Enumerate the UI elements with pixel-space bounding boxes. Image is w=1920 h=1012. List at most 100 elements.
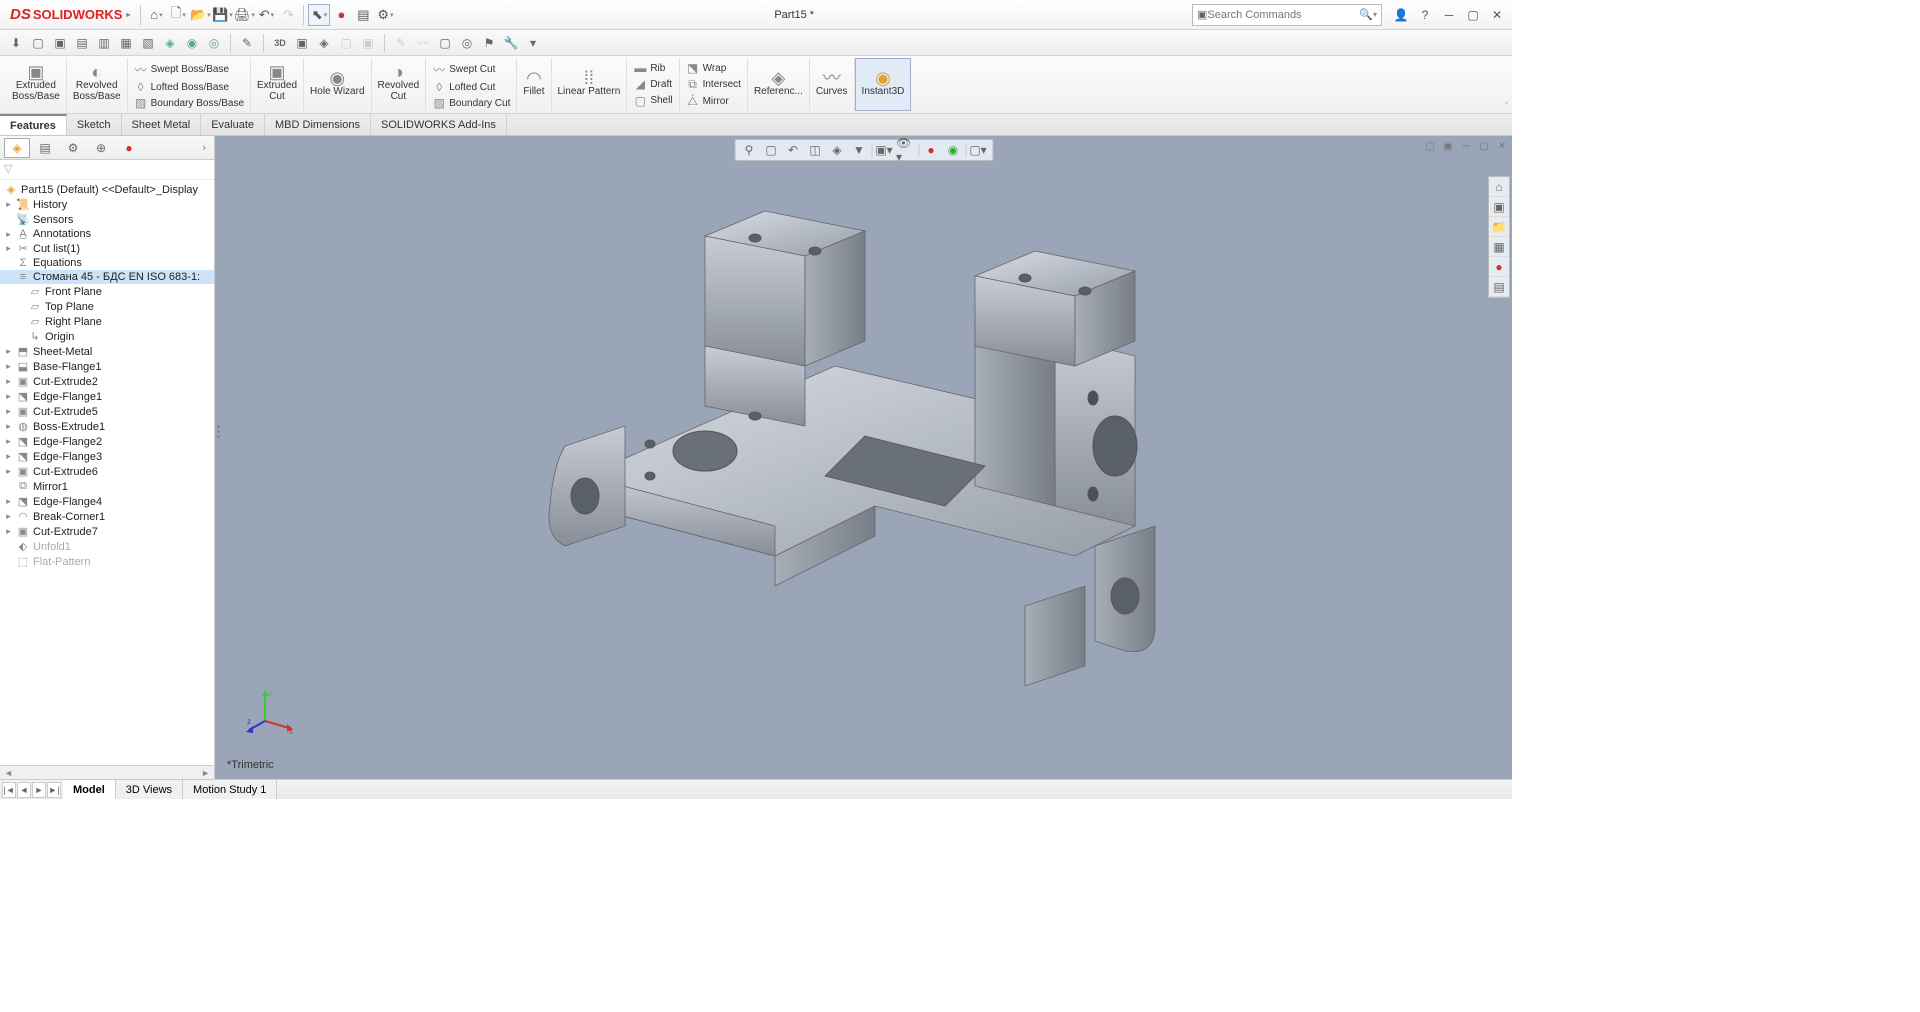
next-tab-icon[interactable]: ►: [32, 782, 46, 798]
curve-icon[interactable]: 〰: [413, 33, 433, 53]
property-tab[interactable]: ▤: [32, 138, 58, 158]
wireframe-icon[interactable]: ◈: [314, 33, 334, 53]
tree-item[interactable]: ▸⬓Base-Flange1: [0, 359, 214, 374]
3d-model[interactable]: [495, 166, 1235, 726]
tree-filter[interactable]: ▽: [0, 160, 214, 180]
mirror-button[interactable]: ⧊Mirror: [684, 93, 743, 110]
view6-icon[interactable]: ▧: [138, 33, 158, 53]
tool-icon[interactable]: 🔧: [501, 33, 521, 53]
expand-icon[interactable]: ▸: [4, 243, 13, 254]
extruded-cut-button[interactable]: ▣ Extruded Cut: [251, 58, 304, 111]
intersect-button[interactable]: ⧉Intersect: [684, 76, 743, 93]
tree-item[interactable]: ▸⬔Edge-Flange2: [0, 434, 214, 449]
tree-item[interactable]: ⬚Flat-Pattern: [0, 554, 214, 569]
expand-icon[interactable]: ▸: [4, 511, 13, 522]
scroll-right-icon[interactable]: ►: [201, 768, 210, 778]
tree-item[interactable]: ▸▣Cut-Extrude2: [0, 374, 214, 389]
tree-item[interactable]: ▱Front Plane: [0, 284, 214, 299]
home-button[interactable]: ⌂: [145, 4, 167, 26]
document-button[interactable]: ▤: [352, 4, 374, 26]
view5-icon[interactable]: ▦: [116, 33, 136, 53]
maximize-button[interactable]: ▢: [1462, 4, 1484, 26]
tab-evaluate[interactable]: Evaluate: [201, 114, 265, 135]
expand-icon[interactable]: ▸: [4, 361, 13, 372]
tree-item[interactable]: ▸A̲Annotations: [0, 227, 214, 241]
select-button[interactable]: ⬉: [308, 4, 330, 26]
expand-icon[interactable]: ▸: [4, 436, 13, 447]
expand-icon[interactable]: ▸: [4, 229, 13, 240]
save-button[interactable]: 💾: [211, 4, 233, 26]
tree-item[interactable]: ▸▣Cut-Extrude5: [0, 404, 214, 419]
prev-tab-icon[interactable]: ◄: [17, 782, 31, 798]
tree-item[interactable]: ▸⬔Edge-Flange3: [0, 449, 214, 464]
feature-tree-tab[interactable]: ◈: [4, 138, 30, 158]
shell-button[interactable]: ▢Shell: [631, 93, 674, 109]
orient-icon[interactable]: ▼: [849, 141, 869, 159]
tab-sheet-metal[interactable]: Sheet Metal: [122, 114, 202, 135]
view-setting-icon[interactable]: ▢▾: [968, 141, 988, 159]
rebuild-button[interactable]: ●: [330, 4, 352, 26]
search-box[interactable]: ▣ 🔍 ▾: [1192, 4, 1382, 26]
tree-item[interactable]: ⬖Unfold1: [0, 539, 214, 554]
bottom-tab-motion-study-1[interactable]: Motion Study 1: [183, 780, 277, 799]
more-icon[interactable]: ▾: [523, 33, 543, 53]
view-palette-icon[interactable]: ▦: [1489, 237, 1509, 257]
expand-icon[interactable]: ▸: [4, 451, 13, 462]
tree-item[interactable]: ▱Top Plane: [0, 299, 214, 314]
tree-item[interactable]: ≡Стомана 45 - БДС EN ISO 683-1:: [0, 270, 214, 284]
last-tab-icon[interactable]: ►|: [47, 782, 61, 798]
draft-icon[interactable]: ✎: [391, 33, 411, 53]
dim-tab[interactable]: ⊕: [88, 138, 114, 158]
tree-item[interactable]: ΣEquations: [0, 256, 214, 270]
expand-icon[interactable]: ▸: [4, 466, 13, 477]
doc-view1-icon[interactable]: ▢: [1422, 138, 1438, 154]
scroll-left-icon[interactable]: ◄: [4, 768, 13, 778]
box-icon[interactable]: ▣: [292, 33, 312, 53]
prev-view-icon[interactable]: ↶: [783, 141, 803, 159]
expand-icon[interactable]: ▸: [4, 376, 13, 387]
edit-appearance-icon[interactable]: ●: [921, 141, 941, 159]
tree-item[interactable]: ▸◍Boss-Extrude1: [0, 419, 214, 434]
swept-boss-button[interactable]: 〰Swept Boss/Base: [132, 60, 246, 79]
search-icon[interactable]: 🔍: [1359, 8, 1373, 21]
tree-item[interactable]: ⧉Mirror1: [0, 479, 214, 494]
bottom-tab-model[interactable]: Model: [63, 780, 116, 799]
tree-item[interactable]: ▸⬔Edge-Flange1: [0, 389, 214, 404]
custom-props-icon[interactable]: ▤: [1489, 277, 1509, 297]
expand-icon[interactable]: ▸: [4, 346, 13, 357]
tree-item[interactable]: ↳Origin: [0, 329, 214, 344]
tree-item[interactable]: ▸▣Cut-Extrude7: [0, 524, 214, 539]
chevron-right-icon[interactable]: ▸: [126, 10, 130, 19]
curves-button[interactable]: 〰 Curves: [810, 58, 855, 111]
user-button[interactable]: 👤: [1390, 4, 1412, 26]
lofted-cut-button[interactable]: ◊Lofted Cut: [430, 79, 512, 95]
search-input[interactable]: [1207, 9, 1359, 21]
boundary-cut-button[interactable]: ▨Boundary Cut: [430, 95, 512, 111]
tab-features[interactable]: Features: [0, 114, 67, 135]
expand-icon[interactable]: ▸: [4, 421, 13, 432]
tree-item[interactable]: ▸📜History: [0, 197, 214, 212]
view8-icon[interactable]: ◉: [182, 33, 202, 53]
expand-icon[interactable]: ▸: [4, 496, 13, 507]
options-button[interactable]: ⚙: [374, 4, 396, 26]
fillet-button[interactable]: ◠ Fillet: [517, 58, 551, 111]
doc-maximize-icon[interactable]: ▢: [1476, 138, 1492, 154]
chevron-down-icon[interactable]: ▾: [1373, 10, 1377, 19]
tab-mbd-dimensions[interactable]: MBD Dimensions: [265, 114, 371, 135]
box2-icon[interactable]: ▢: [435, 33, 455, 53]
tree-item[interactable]: ▱Right Plane: [0, 314, 214, 329]
expand-icon[interactable]: ▸: [4, 406, 13, 417]
revolved-boss-button[interactable]: ◐ Revolved Boss/Base: [67, 58, 128, 111]
section-icon[interactable]: ▣: [358, 33, 378, 53]
ribbon-expand-icon[interactable]: ˇ: [1505, 101, 1508, 111]
display-style-icon[interactable]: ▣▾: [874, 141, 894, 159]
view2-icon[interactable]: ▣: [50, 33, 70, 53]
redo-button[interactable]: ↷: [277, 4, 299, 26]
tree-scrollbar[interactable]: ◄►: [0, 765, 214, 779]
hide-show-icon[interactable]: 👁▾: [896, 141, 916, 159]
appearance-icon[interactable]: ●: [1489, 257, 1509, 277]
tree-root[interactable]: ◈ Part15 (Default) <<Default>_Display: [0, 182, 214, 197]
open-button[interactable]: 📂: [189, 4, 211, 26]
measure-icon[interactable]: ✎: [237, 33, 257, 53]
view4-icon[interactable]: ▥: [94, 33, 114, 53]
